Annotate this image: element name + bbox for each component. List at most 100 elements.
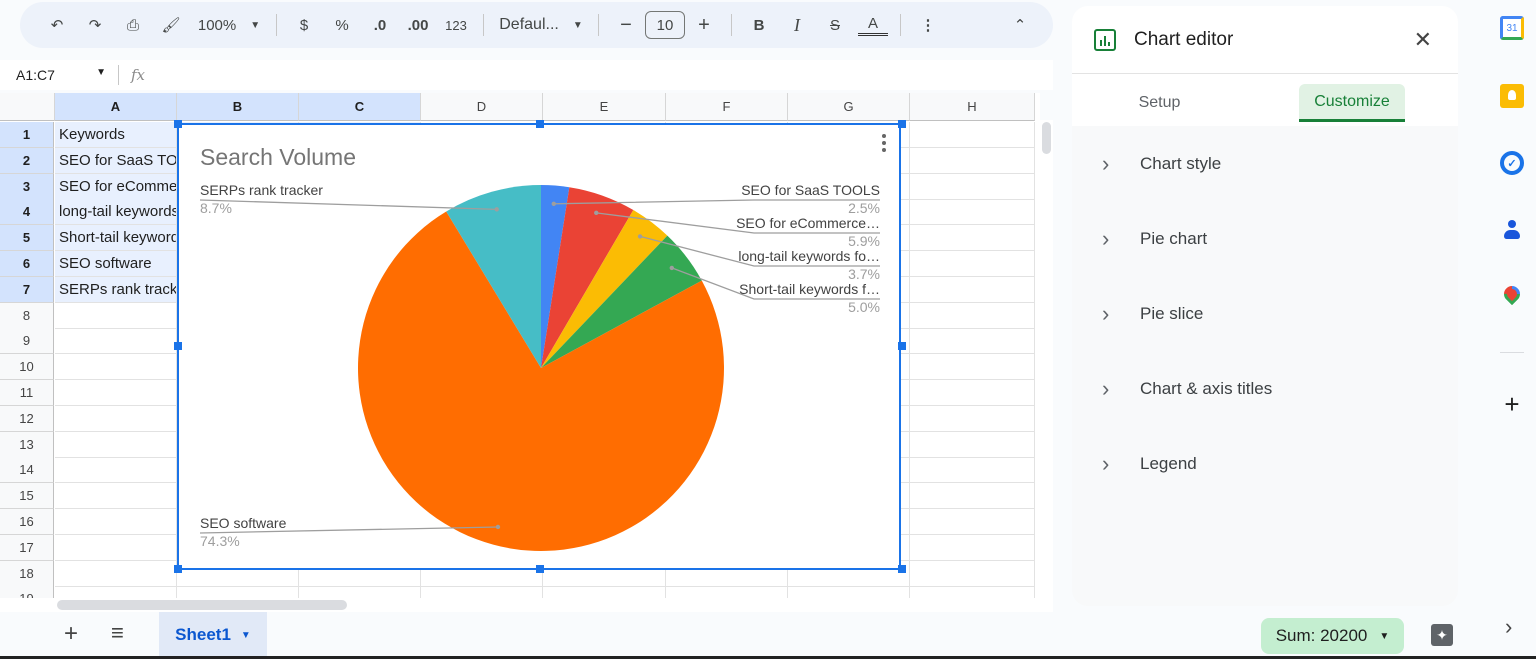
row-header-17[interactable]: 17 bbox=[0, 534, 54, 561]
cell-h1[interactable] bbox=[910, 122, 1035, 148]
cell-h9[interactable] bbox=[910, 328, 1035, 355]
cell-a6[interactable]: SEO software bbox=[55, 251, 177, 277]
scrollbar-thumb[interactable] bbox=[1042, 122, 1051, 154]
cell-a17[interactable] bbox=[55, 534, 177, 561]
close-icon[interactable]: ✕ bbox=[1414, 27, 1432, 53]
paint-format-icon[interactable]: 🖌︎ bbox=[156, 10, 186, 40]
cell-h3[interactable] bbox=[910, 173, 1035, 200]
cell-a4[interactable]: long-tail keywords bbox=[55, 199, 177, 226]
row-header-4[interactable]: 4 bbox=[0, 199, 54, 226]
get-addons-icon[interactable]: + bbox=[1500, 391, 1524, 417]
zoom-select[interactable]: 100% ▼ bbox=[194, 10, 264, 40]
more-options-icon[interactable]: ⋮ bbox=[913, 10, 943, 40]
row-header-18[interactable]: 18 bbox=[0, 560, 54, 587]
cell-a5[interactable]: Short-tail keywords bbox=[55, 225, 177, 252]
column-header-g[interactable]: G bbox=[788, 93, 910, 121]
row-header-3[interactable]: 3 bbox=[0, 173, 54, 200]
pie-chart[interactable]: Search Volume SEO for SaaS TOOLS 2.5% SEO … bbox=[174, 120, 906, 573]
cell-a12[interactable] bbox=[55, 405, 177, 432]
collapse-toolbar-icon[interactable]: ⌃ bbox=[1005, 10, 1035, 40]
cell-h4[interactable] bbox=[910, 199, 1035, 226]
row-header-16[interactable]: 16 bbox=[0, 509, 54, 535]
cell-h10[interactable] bbox=[910, 354, 1035, 381]
cell-a9[interactable] bbox=[55, 328, 177, 355]
cell-a1[interactable]: Keywords bbox=[55, 122, 177, 148]
scrollbar-thumb[interactable] bbox=[57, 600, 347, 610]
row-header-10[interactable]: 10 bbox=[0, 354, 54, 381]
column-header-f[interactable]: F bbox=[666, 93, 788, 121]
add-sheet-icon[interactable]: + bbox=[64, 620, 78, 648]
decrease-font-size-button[interactable]: − bbox=[611, 10, 641, 40]
calendar-icon[interactable]: 31 bbox=[1500, 16, 1524, 40]
formula-input[interactable] bbox=[145, 60, 1053, 90]
column-header-e[interactable]: E bbox=[543, 93, 666, 121]
font-select[interactable]: Defaul... ▼ bbox=[496, 10, 586, 40]
section-chart-axis-titles[interactable]: › Chart & axis titles bbox=[1072, 351, 1458, 426]
cell-a15[interactable] bbox=[55, 483, 177, 510]
cell-h12[interactable] bbox=[910, 405, 1035, 432]
cell-h18[interactable] bbox=[910, 560, 1035, 587]
cell-f19[interactable] bbox=[666, 586, 788, 598]
column-header-h[interactable]: H bbox=[910, 93, 1035, 121]
number-format-button[interactable]: 123 bbox=[441, 10, 471, 40]
redo-icon[interactable]: ↷ bbox=[80, 10, 110, 40]
row-header-8[interactable]: 8 bbox=[0, 302, 54, 329]
resize-handle[interactable] bbox=[536, 565, 544, 573]
tab-setup[interactable]: Setup bbox=[1112, 84, 1207, 122]
row-header-5[interactable]: 5 bbox=[0, 225, 54, 252]
cell-c19[interactable] bbox=[299, 586, 421, 598]
cell-h11[interactable] bbox=[910, 380, 1035, 406]
decrease-decimal-button[interactable]: .0 bbox=[365, 10, 395, 40]
maps-icon[interactable] bbox=[1500, 282, 1524, 310]
section-chart-style[interactable]: › Chart style bbox=[1072, 126, 1458, 201]
cell-a8[interactable] bbox=[55, 302, 177, 329]
row-header-12[interactable]: 12 bbox=[0, 405, 54, 432]
cell-a14[interactable] bbox=[55, 457, 177, 484]
italic-button[interactable]: I bbox=[782, 10, 812, 40]
row-header-9[interactable]: 9 bbox=[0, 328, 54, 355]
row-header-14[interactable]: 14 bbox=[0, 457, 54, 484]
cell-a16[interactable] bbox=[55, 509, 177, 535]
chart-menu-dot[interactable] bbox=[882, 141, 886, 145]
strikethrough-button[interactable]: S bbox=[820, 10, 850, 40]
resize-handle[interactable] bbox=[174, 565, 182, 573]
expand-side-panel-icon[interactable]: › bbox=[1505, 614, 1512, 640]
sum-summary-button[interactable]: Sum: 20200 ▼ bbox=[1261, 618, 1404, 654]
contacts-icon[interactable] bbox=[1500, 218, 1524, 242]
increase-decimal-button[interactable]: .00 bbox=[403, 10, 433, 40]
cell-a18[interactable] bbox=[55, 560, 177, 587]
select-all-corner[interactable] bbox=[0, 93, 55, 121]
font-size-input[interactable]: 10 bbox=[645, 11, 685, 39]
resize-handle[interactable] bbox=[174, 342, 182, 350]
cell-b19[interactable] bbox=[177, 586, 299, 598]
row-header-15[interactable]: 15 bbox=[0, 483, 54, 510]
row-header-2[interactable]: 2 bbox=[0, 147, 54, 174]
row-header-19[interactable]: 19 bbox=[0, 586, 54, 598]
name-box[interactable]: A1:C7 ▼ bbox=[0, 67, 118, 83]
cell-a3[interactable]: SEO for eCommerce bbox=[55, 173, 177, 200]
cell-h14[interactable] bbox=[910, 457, 1035, 484]
chart-menu-dot[interactable] bbox=[882, 134, 886, 138]
section-pie-slice[interactable]: › Pie slice bbox=[1072, 276, 1458, 351]
cell-a10[interactable] bbox=[55, 354, 177, 381]
text-color-button[interactable]: A bbox=[858, 14, 888, 36]
row-header-7[interactable]: 7 bbox=[0, 276, 54, 303]
column-header-d[interactable]: D bbox=[421, 93, 543, 121]
print-icon[interactable]: ⎙ bbox=[118, 10, 148, 40]
vertical-scrollbar[interactable] bbox=[1040, 120, 1053, 598]
row-header-1[interactable]: 1 bbox=[0, 122, 54, 148]
keep-icon[interactable] bbox=[1500, 84, 1524, 108]
resize-handle[interactable] bbox=[898, 342, 906, 350]
cell-a11[interactable] bbox=[55, 380, 177, 406]
resize-handle[interactable] bbox=[898, 120, 906, 128]
bold-button[interactable]: B bbox=[744, 10, 774, 40]
sheet-tab-sheet1[interactable]: Sheet1 ▼ bbox=[159, 612, 267, 658]
horizontal-scrollbar[interactable] bbox=[0, 598, 1053, 612]
cell-h7[interactable] bbox=[910, 276, 1035, 303]
cell-h17[interactable] bbox=[910, 534, 1035, 561]
cell-a19[interactable] bbox=[55, 586, 177, 598]
cell-h5[interactable] bbox=[910, 225, 1035, 252]
all-sheets-icon[interactable]: ≡ bbox=[111, 620, 124, 646]
row-header-11[interactable]: 11 bbox=[0, 380, 54, 406]
row-header-13[interactable]: 13 bbox=[0, 431, 54, 458]
